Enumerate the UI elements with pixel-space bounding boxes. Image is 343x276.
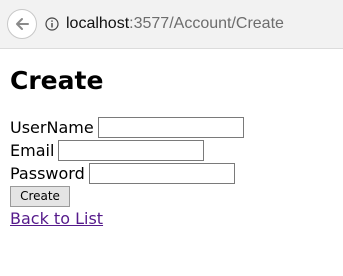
address-bar[interactable]: localhost:3577/Account/Create bbox=[66, 14, 284, 34]
email-row: Email bbox=[10, 139, 343, 162]
create-account-form: UserName Email Password Create bbox=[10, 116, 343, 207]
username-row: UserName bbox=[10, 116, 343, 139]
email-label: Email bbox=[10, 141, 55, 160]
password-row: Password bbox=[10, 162, 343, 185]
page-content: Create UserName Email Password Create Ba… bbox=[10, 62, 343, 228]
username-label: UserName bbox=[10, 118, 94, 137]
url-path: :3577/Account/Create bbox=[129, 15, 284, 32]
username-input[interactable] bbox=[97, 117, 244, 138]
back-to-list-link[interactable]: Back to List bbox=[10, 209, 343, 228]
create-button[interactable]: Create bbox=[10, 186, 70, 207]
url-host: localhost bbox=[66, 15, 130, 32]
back-button[interactable] bbox=[7, 9, 37, 39]
password-label: Password bbox=[10, 164, 85, 183]
back-arrow-icon bbox=[16, 18, 29, 30]
page-title: Create bbox=[10, 66, 104, 95]
email-input[interactable] bbox=[58, 140, 205, 161]
password-input[interactable] bbox=[88, 163, 235, 184]
browser-toolbar: localhost:3577/Account/Create bbox=[0, 0, 343, 49]
info-icon[interactable] bbox=[45, 17, 59, 31]
